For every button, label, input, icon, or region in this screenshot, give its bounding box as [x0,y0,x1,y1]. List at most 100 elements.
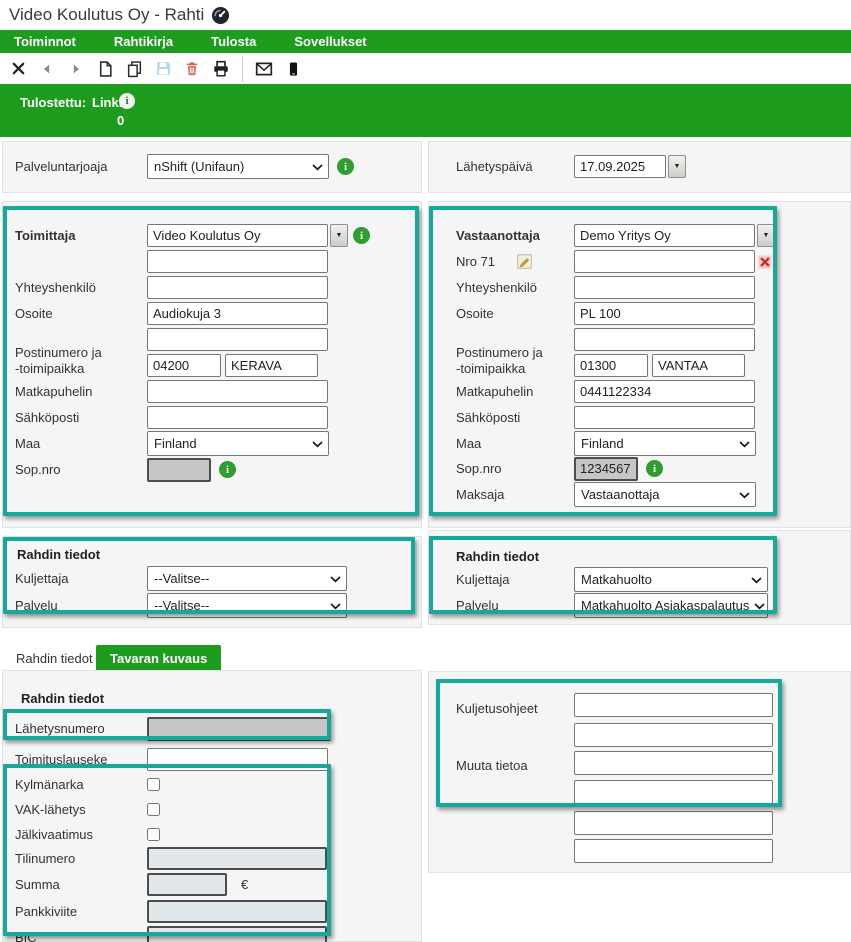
sender-contact-input[interactable] [147,276,328,299]
sender-contract-label: Sop.nro [15,462,147,477]
receiver-address-input[interactable] [574,302,755,325]
receiver-payer-select[interactable]: Vastaanottaja [574,482,756,507]
provider-value: nShift (Unifaun) [154,159,244,174]
other-info-input-3[interactable] [574,811,773,835]
menu-rahtikirja[interactable]: Rahtikirja [114,34,173,49]
freight-right-service-value: Matkahuolto Asiakaspalautus [581,598,749,613]
transport-instructions-label: Kuljetusohjeet [456,701,574,716]
receiver-contract-label: Sop.nro [456,461,574,476]
sender-panel: Toimittaja ▼ i Yhteyshenkilö Osoite Post… [2,201,422,528]
receiver-postal-label-line1: Postinumero ja [456,345,574,361]
sender-dropdown-button[interactable]: ▼ [330,224,348,247]
shipment-number-label: Lähetysnumero [15,721,147,736]
other-info-input-4[interactable] [574,839,773,863]
sender-country-select[interactable]: Finland [147,431,329,456]
menu-bar: Toiminnot Rahtikirja Tulosta Sovellukset [0,30,851,53]
cold-sensitive-label: Kylmänarka [15,777,147,792]
freight-left-service-select[interactable]: --Valitse-- [147,593,347,618]
receiver-number-input[interactable] [574,250,755,273]
sender-address2-input[interactable] [147,328,328,351]
other-info-input-1[interactable] [574,751,773,775]
other-info-input-2[interactable] [574,780,773,804]
receiver-country-select[interactable]: Finland [574,431,756,456]
receiver-postal-code-input[interactable] [574,354,648,377]
bank-reference-input [147,900,327,923]
printed-label: Tulostettu: [20,95,86,110]
receiver-title: Vastaanottaja [456,228,574,243]
sender-country-label: Maa [15,436,147,451]
freight-left-service-label: Palvelu [15,598,147,613]
freight-right-title: Rahdin tiedot [456,549,539,564]
receiver-payer-value: Vastaanottaja [581,487,660,502]
sender-contact-label: Yhteyshenkilö [15,280,147,295]
sender-mobile-input[interactable] [147,380,328,403]
sender-title: Toimittaja [15,228,147,243]
remove-receiver-icon[interactable] [758,255,772,269]
receiver-contract-info-icon[interactable]: i [646,460,663,477]
page-title: Video Koulutus Oy - Rahti [9,5,204,25]
receiver-address2-input[interactable] [574,328,755,351]
receiver-mobile-input[interactable] [574,380,755,403]
transport-instructions-input-2[interactable] [574,723,773,747]
cold-sensitive-checkbox[interactable] [147,778,160,791]
edit-pencil-icon[interactable] [517,254,532,269]
sender-postal-code-input[interactable] [147,354,221,377]
tab-tavaran-kuvaus[interactable]: Tavaran kuvaus [96,645,221,672]
freight-window: Video Koulutus Oy - Rahti Toiminnot Raht… [0,0,851,942]
sender-city-input[interactable] [225,354,318,377]
freight-left-carrier-select[interactable]: --Valitse-- [147,566,347,591]
gauge-icon[interactable] [211,6,230,25]
close-icon[interactable] [8,58,28,80]
receiver-city-input[interactable] [652,354,745,377]
delivery-terms-input[interactable] [147,748,328,771]
ship-date-input[interactable] [574,155,666,178]
dangerous-goods-checkbox[interactable] [147,803,160,816]
freight-right-carrier-select[interactable]: Matkahuolto [574,567,768,592]
menu-sovellukset[interactable]: Sovellukset [294,34,366,49]
receiver-country-label: Maa [456,436,574,451]
receiver-number-wrap: Nro 71 [456,254,574,269]
delete-icon[interactable] [182,58,202,80]
provider-info-icon[interactable]: i [337,158,354,175]
cash-on-delivery-checkbox[interactable] [147,828,160,841]
receiver-name-input[interactable] [574,224,755,247]
freight-right-service-label: Palvelu [456,598,574,613]
sender-email-input[interactable] [147,406,328,429]
mobile-icon[interactable] [283,58,303,80]
print-icon[interactable] [211,58,231,80]
details-title: Rahdin tiedot [21,691,104,706]
receiver-email-input[interactable] [574,406,755,429]
receiver-mobile-label: Matkapuhelin [456,384,574,399]
ship-date-dropdown-button[interactable]: ▼ [668,155,686,178]
provider-select[interactable]: nShift (Unifaun) [147,154,329,179]
sender-contract-info-icon[interactable]: i [219,461,236,478]
save-icon[interactable] [153,58,173,80]
receiver-contact-input[interactable] [574,276,755,299]
amount-label: Summa [15,877,147,892]
bic-label: BIC [15,930,147,942]
tab-rahdin-tiedot-label: Rahdin tiedot [16,651,93,666]
transport-instructions-input-1[interactable] [574,693,773,717]
freight-right-service-select[interactable]: Matkahuolto Asiakaspalautus [574,593,768,618]
receiver-dropdown-button[interactable]: ▼ [757,224,775,247]
new-document-icon[interactable] [95,58,115,80]
copy-icon[interactable] [124,58,144,80]
forward-icon[interactable] [66,58,86,80]
sender-info-icon[interactable]: i [353,227,370,244]
sender-email-label: Sähköposti [15,410,147,425]
menu-tulosta[interactable]: Tulosta [211,34,256,49]
sender-name2-input[interactable] [147,250,328,273]
receiver-number-label: Nro 71 [456,254,495,269]
ship-date-panel: Lähetyspäivä ▼ [428,141,851,193]
details-panel: Rahdin tiedot Lähetysnumero Toimituslaus… [2,670,422,942]
sender-address-input[interactable] [147,302,328,325]
links-info-icon[interactable]: i [119,93,135,109]
back-icon[interactable] [37,58,57,80]
chevron-down-icon [739,441,750,448]
sender-name-input[interactable] [147,224,328,247]
cash-on-delivery-label: Jälkivaatimus [15,827,147,842]
tab-rahdin-tiedot[interactable]: Rahdin tiedot [2,645,107,672]
freight-right-panel: Rahdin tiedot Kuljettaja Matkahuolto Pal… [428,530,851,625]
menu-toiminnot[interactable]: Toiminnot [14,34,76,49]
email-icon[interactable] [254,58,274,80]
